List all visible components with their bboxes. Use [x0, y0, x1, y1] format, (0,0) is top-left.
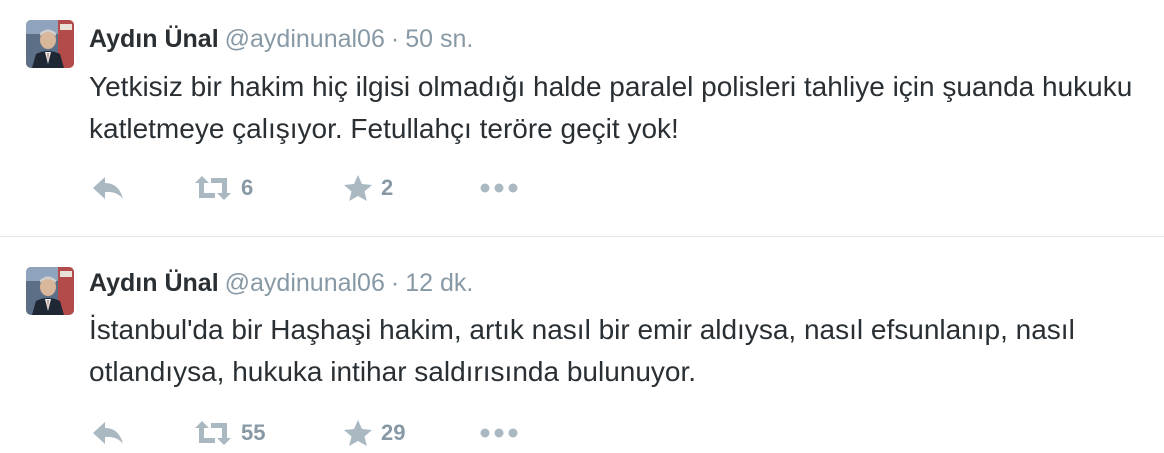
author-fullname[interactable]: Aydın Ünal: [89, 25, 219, 53]
avatar[interactable]: [26, 267, 74, 315]
favorite-count: 29: [381, 420, 406, 445]
more-icon: [480, 428, 518, 438]
avatar[interactable]: [26, 20, 74, 68]
tweet-actions: 6 2: [89, 168, 989, 208]
retweet-button[interactable]: 55: [193, 413, 265, 453]
tweet-timestamp[interactable]: 50 sn.: [405, 25, 473, 53]
favorite-button[interactable]: 29: [343, 413, 405, 453]
reply-icon: [93, 177, 123, 199]
author-username[interactable]: @aydinunal06: [225, 269, 385, 297]
reply-button[interactable]: [91, 413, 125, 453]
more-icon: [480, 183, 518, 193]
star-icon: [344, 420, 372, 446]
author-username[interactable]: @aydinunal06: [225, 25, 385, 53]
tweet-text: İstanbul'da bir Haşhaşi hakim, artık nas…: [89, 314, 1075, 387]
star-icon: [344, 175, 372, 201]
more-button[interactable]: [479, 168, 519, 208]
tweet-header: Aydın Ünal @aydinunal06 · 50 sn.: [89, 23, 473, 55]
retweet-icon: [195, 176, 231, 200]
header-separator: ·: [390, 25, 400, 53]
retweet-count: 55: [241, 420, 266, 445]
tweet-timestamp[interactable]: 12 dk.: [405, 269, 473, 297]
more-button[interactable]: [479, 413, 519, 453]
favorite-count: 2: [381, 175, 394, 200]
tweet[interactable]: Aydın Ünal @aydinunal06 · 12 dk. İstanbul'd…: [0, 237, 1164, 450]
tweet-actions: 55 29: [89, 413, 989, 453]
retweet-count: 6: [241, 175, 254, 200]
tweet-text: Yetkisiz bir hakim hiç ilgisi olmadığı h…: [89, 71, 1133, 144]
reply-button[interactable]: [91, 168, 125, 208]
author-fullname[interactable]: Aydın Ünal: [89, 269, 219, 297]
tweet-header: Aydın Ünal @aydinunal06 · 12 dk.: [89, 267, 473, 299]
header-separator: ·: [390, 269, 400, 297]
favorite-button[interactable]: 2: [343, 168, 393, 208]
tweet[interactable]: Aydın Ünal @aydinunal06 · 50 sn. Yetkisiz b…: [0, 0, 1164, 236]
retweet-button[interactable]: 6: [193, 168, 253, 208]
reply-icon: [93, 422, 123, 444]
tweet-timeline: Aydın Ünal @aydinunal06 · 50 sn. Yetkisiz b…: [0, 0, 1164, 450]
retweet-icon: [195, 421, 231, 445]
